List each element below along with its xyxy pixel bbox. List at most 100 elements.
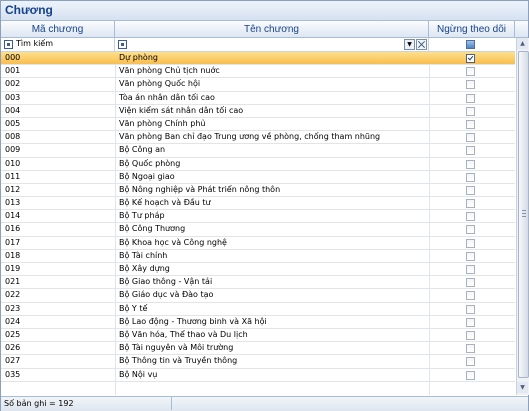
- table-row[interactable]: 012 Bộ Nông nghiệp và Phát triển nông thô…: [1, 184, 515, 198]
- table-row[interactable]: 035 Bộ Nội vụ: [1, 369, 515, 382]
- cell-name: Bộ Ngoại giao: [119, 171, 175, 181]
- inactive-checkbox[interactable]: [466, 278, 475, 288]
- table-row[interactable]: 008 Văn phòng Ban chỉ đạo Trung ương về p…: [1, 131, 515, 145]
- grip-line: [522, 216, 526, 217]
- table-row[interactable]: 013 Bộ Kế hoạch và Đầu tư: [1, 197, 515, 211]
- cell-name: Dự phòng: [119, 53, 158, 62]
- table-row[interactable]: 009 Bộ Công an: [1, 144, 515, 158]
- grid-body: 000 Dự phòng 001 Văn phòng Chủ tịch nuớc 002…: [1, 52, 515, 382]
- inactive-checkbox[interactable]: [466, 265, 475, 274]
- cell-name: Bộ Văn hóa, Thể thao và Du lịch: [119, 329, 248, 339]
- filter-cell-name[interactable]: ▼: [115, 38, 429, 51]
- inactive-checkbox[interactable]: [466, 159, 475, 169]
- filter-operator-icon[interactable]: [4, 40, 13, 49]
- inactive-checkbox[interactable]: [466, 330, 475, 340]
- cell-code: 035: [5, 369, 21, 379]
- inactive-checkbox[interactable]: [466, 93, 475, 103]
- cell-code: 027: [5, 356, 21, 366]
- cell-name: Bộ Nội vụ: [119, 369, 158, 379]
- scroll-up-icon[interactable]: ▲: [517, 38, 528, 49]
- cell-name: Bộ Thông tin và Truyền thông: [119, 356, 238, 366]
- vertical-scrollbar[interactable]: ▲ ▼: [516, 38, 529, 395]
- table-row[interactable]: 000 Dự phòng: [1, 52, 515, 66]
- inactive-checkbox[interactable]: [466, 67, 475, 77]
- inactive-checkbox[interactable]: [466, 370, 475, 380]
- cell-name: Văn phòng Quốc hội: [119, 79, 201, 89]
- table-row[interactable]: 014 Bộ Tư pháp: [1, 210, 515, 224]
- cell-name: Bộ Nông nghiệp và Phát triển nông thôn: [119, 184, 281, 194]
- filter-checkbox-inactive[interactable]: [466, 40, 475, 49]
- cell-code: 019: [5, 264, 21, 273]
- column-header-code[interactable]: Mã chương: [1, 21, 115, 38]
- cell-name: Bộ Kế hoạch và Đầu tư: [119, 198, 211, 208]
- inactive-checkbox[interactable]: [466, 133, 475, 143]
- filter-row: Tìm kiếm ▼: [1, 38, 515, 52]
- filter-cell-code[interactable]: Tìm kiếm: [1, 38, 115, 51]
- inactive-checkbox[interactable]: [466, 238, 475, 248]
- table-row[interactable]: 025 Bộ Văn hóa, Thể thao và Du lịch: [1, 329, 515, 343]
- table-row[interactable]: 022 Bộ Giáo dục và Đào tạo: [1, 289, 515, 303]
- table-row[interactable]: 001 Văn phòng Chủ tịch nuớc: [1, 65, 515, 79]
- cell-code: 023: [5, 303, 21, 313]
- cell-name: Bộ Công an: [119, 145, 166, 155]
- inactive-checkbox[interactable]: [466, 146, 475, 156]
- cell-code: 009: [5, 145, 21, 155]
- table-row[interactable]: 004 Viện kiểm sát nhân dân tối cao: [1, 105, 515, 118]
- table-row[interactable]: 024 Bộ Lao động - Thương binh và Xã hội: [1, 316, 515, 329]
- table-row[interactable]: 018 Bộ Tài chính: [1, 250, 515, 263]
- inactive-checkbox[interactable]: [466, 291, 475, 301]
- cell-code: 017: [5, 237, 21, 247]
- cell-name: Bộ Khoa học và Công nghệ: [119, 237, 227, 247]
- cell-code: 022: [5, 290, 21, 300]
- cell-name: Văn phòng Chính phủ: [119, 118, 206, 128]
- cell-code: 014: [5, 211, 21, 221]
- filter-operator-icon[interactable]: [118, 40, 127, 49]
- cell-name: Văn phòng Chủ tịch nuớc: [119, 66, 220, 76]
- filter-dropdown-icon[interactable]: ▼: [404, 39, 415, 50]
- table-row[interactable]: 019 Bộ Xây dựng: [1, 263, 515, 277]
- column-header-name[interactable]: Tên chương: [115, 21, 429, 38]
- cell-code: 018: [5, 250, 21, 260]
- table-row[interactable]: 002 Văn phòng Quốc hội: [1, 78, 515, 92]
- cell-name: Tòa án nhân dân tối cao: [119, 92, 215, 102]
- cell-name: Bộ Giao thông - Vận tải: [119, 277, 213, 287]
- cell-name: Bộ Quốc phòng: [119, 158, 181, 168]
- search-label: Tìm kiếm: [16, 39, 54, 48]
- chuong-panel: Chương Mã chương Tên chương Ngừng theo d…: [0, 0, 529, 411]
- cell-name: Bộ Công Thương: [119, 224, 186, 234]
- scroll-down-icon[interactable]: ▼: [517, 382, 528, 393]
- table-row[interactable]: 021 Bộ Giao thông - Vận tải: [1, 276, 515, 290]
- table-row[interactable]: 023 Bộ Y tế: [1, 303, 515, 316]
- table-row[interactable]: 026 Bộ Tài nguyên và Môi trường: [1, 342, 515, 356]
- table-row[interactable]: 016 Bộ Công Thương: [1, 223, 515, 237]
- cell-code: 016: [5, 224, 21, 234]
- table-row[interactable]: 011 Bộ Ngoại giao: [1, 171, 515, 184]
- inactive-checkbox[interactable]: [466, 185, 475, 195]
- inactive-checkbox[interactable]: [466, 54, 475, 63]
- cell-name: Viện kiểm sát nhân dân tối cao: [119, 105, 244, 115]
- inactive-checkbox[interactable]: [466, 172, 475, 182]
- inactive-checkbox[interactable]: [466, 199, 475, 209]
- inactive-checkbox[interactable]: [466, 344, 475, 354]
- inactive-checkbox[interactable]: [466, 317, 475, 327]
- clear-filter-icon[interactable]: [416, 39, 427, 50]
- inactive-checkbox[interactable]: [466, 251, 475, 261]
- table-row[interactable]: 010 Bộ Quốc phòng: [1, 158, 515, 171]
- cell-code: 012: [5, 184, 21, 194]
- cell-name: Văn phòng Ban chỉ đạo Trung ương về phòn…: [119, 132, 381, 142]
- table-row[interactable]: 005 Văn phòng Chính phủ: [1, 118, 515, 132]
- table-row[interactable]: 017 Bộ Khoa học và Công nghệ: [1, 237, 515, 250]
- inactive-checkbox[interactable]: [466, 357, 475, 367]
- inactive-checkbox[interactable]: [466, 212, 475, 222]
- inactive-checkbox[interactable]: [466, 106, 475, 116]
- column-header-inactive[interactable]: Ngừng theo dõi: [429, 21, 515, 38]
- scroll-thumb[interactable]: [518, 51, 529, 378]
- inactive-checkbox[interactable]: [466, 225, 475, 235]
- table-row[interactable]: 027 Bộ Thông tin và Truyền thông: [1, 355, 515, 369]
- inactive-checkbox[interactable]: [466, 80, 475, 90]
- table-row[interactable]: 003 Tòa án nhân dân tối cao: [1, 92, 515, 105]
- inactive-checkbox[interactable]: [466, 304, 475, 314]
- inactive-checkbox[interactable]: [466, 119, 475, 129]
- cell-code: 000: [5, 53, 21, 62]
- cell-code: 001: [5, 66, 21, 76]
